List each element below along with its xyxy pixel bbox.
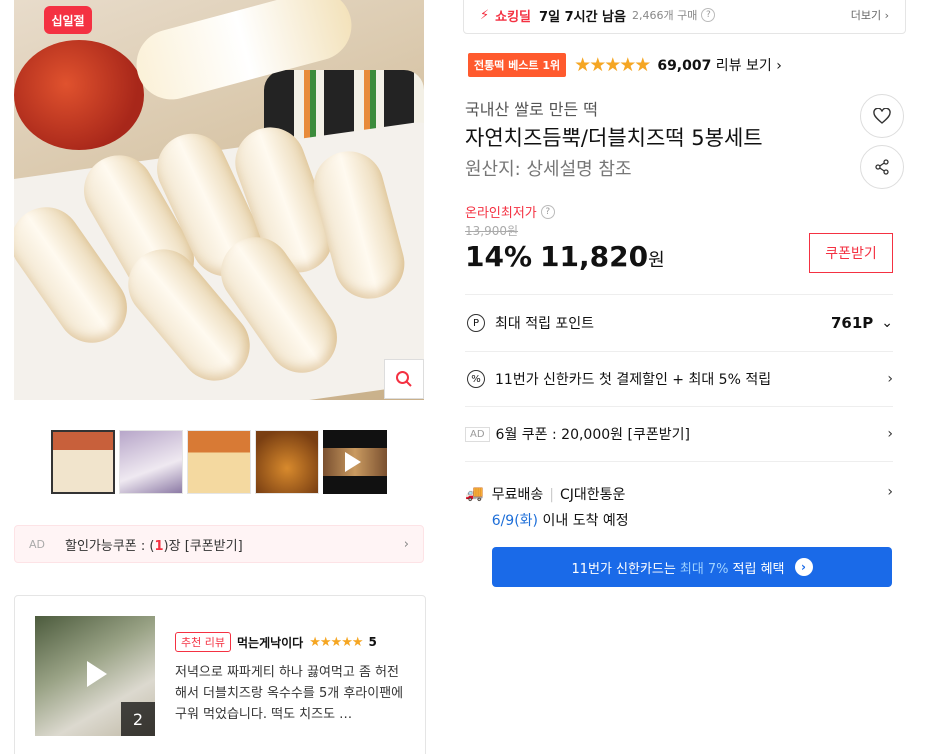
heart-icon: [873, 108, 891, 124]
help-icon[interactable]: ?: [540, 204, 555, 219]
media-count: 2: [121, 702, 155, 736]
thumbnail-4[interactable]: [255, 430, 319, 494]
review-score: 5: [368, 635, 377, 649]
chevron-right-icon: ›: [403, 536, 409, 552]
play-icon: [345, 452, 361, 472]
shipping-info: 무료배송 | CJ대한통운 6/9(화) 이내 도착 예정: [491, 487, 629, 529]
shipping-row[interactable]: 🚚 무료배송 | CJ대한통운 6/9(화) 이내 도착 예정 ›: [465, 461, 893, 541]
share-icon: [875, 159, 889, 175]
monthly-coupon-row[interactable]: AD 6월 쿠폰 : 20,000원 [쿠폰받기] ›: [465, 406, 893, 461]
available-coupon-bar[interactable]: AD 할인가능쿠폰 : (1)장 [쿠폰받기] ›: [14, 525, 424, 563]
card-benefit-banner[interactable]: 11번가 신한카드는 최대 7% 적립 혜택 ›: [492, 547, 892, 587]
thumbnail-strip: [51, 430, 387, 494]
thumbnail-2[interactable]: [119, 430, 183, 494]
arrow-right-icon: ›: [794, 558, 813, 576]
card-discount-text: 11번가 신한카드 첫 결제할인 + 최대 5% 적립: [495, 372, 772, 388]
get-coupon-button[interactable]: 쿠폰받기: [809, 233, 893, 273]
zoom-button[interactable]: [384, 359, 424, 399]
search-icon: [396, 371, 412, 387]
review-star-icons: ★★★★★: [309, 634, 363, 650]
review-text: 저녁으로 짜파게티 하나 끓여먹고 좀 허전해서 더블치즈랑 옥수수를 5개 후…: [175, 665, 404, 722]
thumbnail-video[interactable]: [323, 430, 387, 494]
chevron-right-icon: ›: [887, 426, 893, 442]
review-video-thumbnail[interactable]: 2: [35, 616, 155, 736]
discount-rate: 14%: [465, 240, 533, 273]
chevron-right-icon: ›: [887, 484, 893, 500]
card-banner-prefix: 11번가 신한카드는: [571, 561, 676, 577]
recommended-review-card[interactable]: 2 추천 리뷰 먹는게낙이다 ★★★★★ 5 저녁으로 짜파게티 하나 끓여먹고…: [14, 595, 426, 754]
points-icon: P: [467, 314, 485, 332]
sale-price: 11,820원: [540, 240, 665, 273]
price-row: 14% 11,820원: [465, 240, 665, 273]
wishlist-button[interactable]: [860, 94, 904, 138]
shocking-deal-bar: ⚡ 쇼킹딜 7일 7시간 남음 2,466개 구매 ? 더보기 ›: [463, 0, 906, 34]
deal-more-link[interactable]: 더보기 ›: [851, 7, 889, 23]
product-title: 자연치즈듬뿍/더블치즈떡 5봉세트: [465, 126, 763, 150]
deal-sold-count: 2,466개 구매: [631, 9, 698, 22]
shipping-label: 무료배송: [491, 487, 544, 503]
card-banner-suffix: 적립 혜택: [732, 561, 785, 577]
points-value: 761P: [830, 314, 874, 332]
carrier-label: CJ대한통운: [559, 487, 626, 503]
deal-label: 쇼킹딜: [495, 9, 532, 25]
event-badge: 십일절: [44, 6, 92, 34]
product-main-image[interactable]: 십일절: [14, 0, 424, 400]
recommended-badge: 추천 리뷰: [175, 632, 231, 652]
product-origin: 원산지: 상세설명 참조: [465, 159, 632, 180]
rating-row: 전통떡 베스트 1위 ★★★★★ 69,007 리뷰 보기 ›: [468, 53, 782, 77]
percent-icon: %: [467, 370, 485, 388]
thumbnail-3[interactable]: [187, 430, 251, 494]
card-discount-row[interactable]: % 11번가 신한카드 첫 결제할인 + 최대 5% 적립 ›: [465, 351, 893, 406]
thumbnail-1[interactable]: [51, 430, 115, 494]
play-icon: [87, 661, 107, 687]
review-link[interactable]: 69,007 리뷰 보기 ›: [657, 55, 782, 75]
chevron-down-icon: ⌄: [881, 315, 893, 331]
points-row[interactable]: P 최대 적립 포인트 761P ⌄: [465, 294, 893, 351]
share-button[interactable]: [860, 145, 904, 189]
coupon-label: 할인가능쿠폰 : (1)장 [쿠폰받기]: [65, 538, 243, 554]
coupon-count: 1: [154, 538, 164, 554]
original-price: 13,900원: [465, 224, 519, 238]
product-subtitle: 국내산 쌀로 만든 떡: [465, 100, 599, 119]
review-header: 추천 리뷰 먹는게낙이다 ★★★★★ 5: [175, 632, 377, 652]
help-icon[interactable]: ?: [701, 8, 716, 22]
delivery-suffix: 이내 도착 예정: [538, 513, 629, 529]
points-label: 최대 적립 포인트: [495, 316, 595, 332]
lowest-price-label: 온라인최저가 ?: [465, 202, 555, 221]
truck-icon: 🚚: [465, 484, 484, 502]
ad-label: AD: [465, 426, 490, 442]
delivery-date: 6/9(화): [491, 513, 539, 529]
chevron-right-icon: ›: [887, 371, 893, 387]
tteokbokki-sauce: [14, 40, 144, 150]
lightning-icon: ⚡: [480, 7, 490, 23]
rating-star-icons: ★★★★★: [574, 54, 651, 76]
reviewer-name: 먹는게낙이다: [236, 635, 304, 650]
deal-time-left: 7일 7시간 남음: [539, 9, 626, 25]
card-banner-highlight: 최대 7%: [679, 561, 729, 577]
monthly-coupon-text: 6월 쿠폰 : 20,000원 [쿠폰받기]: [495, 427, 690, 443]
best-rank-badge: 전통떡 베스트 1위: [468, 53, 567, 77]
ad-label: AD: [29, 537, 45, 551]
